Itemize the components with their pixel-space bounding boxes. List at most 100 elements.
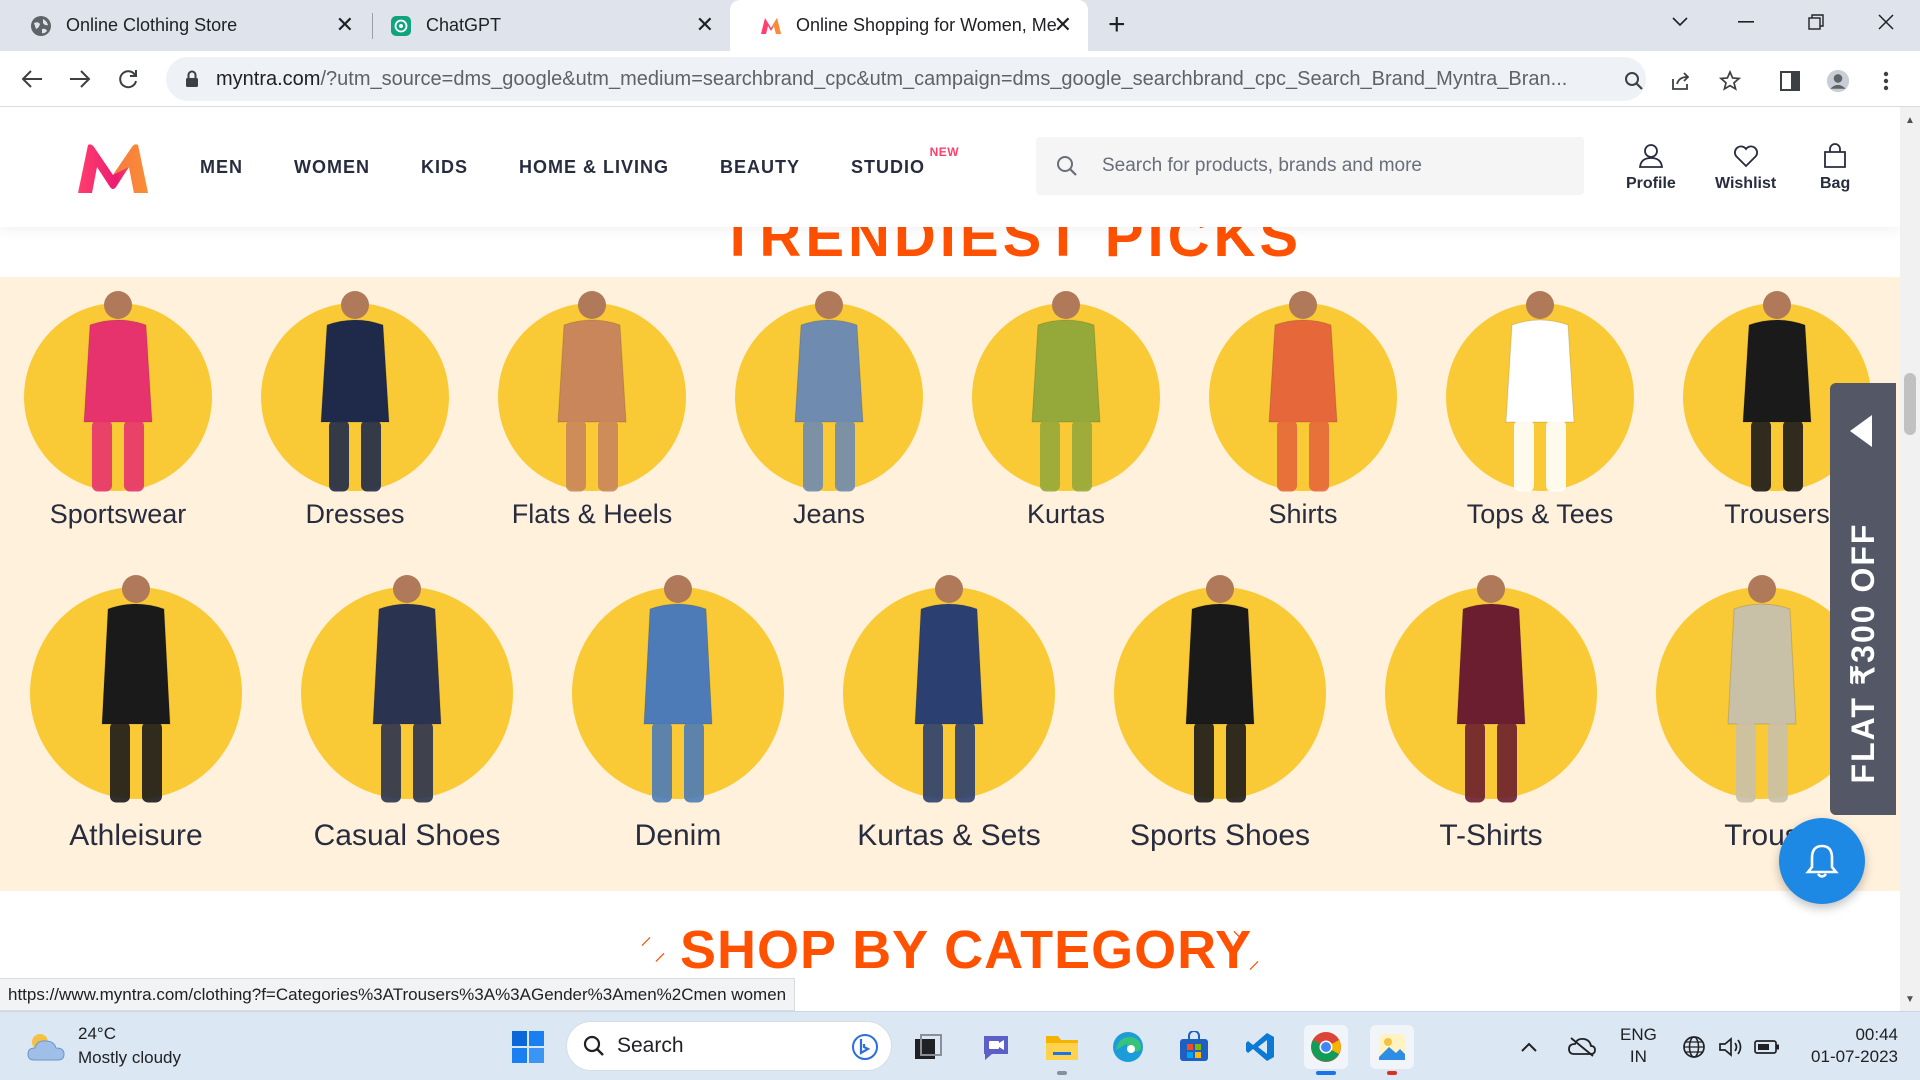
volume-icon[interactable] <box>1718 1012 1744 1080</box>
site-search-box[interactable] <box>1036 137 1584 195</box>
category-sportswear[interactable]: Sportswear <box>24 291 212 539</box>
nav-women[interactable]: WOMEN <box>294 157 370 178</box>
forward-arrow-icon[interactable] <box>62 61 98 97</box>
category-t-shirts[interactable]: T-Shirts <box>1385 575 1597 859</box>
category-athleisure[interactable]: Athleisure <box>30 575 242 859</box>
category-shirts[interactable]: Shirts <box>1209 291 1397 539</box>
address-bar[interactable]: myntra.com/?utm_source=dms_google&utm_me… <box>166 57 1646 101</box>
category-label: Athleisure <box>69 819 203 852</box>
scroll-thumb[interactable] <box>1904 373 1916 435</box>
bag-button[interactable]: Bag <box>1820 143 1850 193</box>
category-label: Dresses <box>305 499 405 529</box>
profile-label: Profile <box>1626 175 1676 192</box>
myntra-logo[interactable] <box>76 143 150 200</box>
product-silhouette <box>1505 291 1575 492</box>
tab-myntra[interactable]: Online Shopping for Women, Me ✕ <box>730 0 1088 51</box>
category-label: Sports Shoes <box>1129 819 1311 852</box>
category-image-circle <box>301 575 513 803</box>
category-dresses[interactable]: Dresses <box>261 291 449 539</box>
category-tops-tees[interactable]: Tops & Tees <box>1446 291 1634 539</box>
site-header: MEN WOMEN KIDS HOME & LIVING BEAUTY STUD… <box>0 107 1900 227</box>
file-explorer-icon[interactable] <box>1040 1025 1084 1075</box>
system-clock[interactable]: 00:44 01-07-2023 <box>1802 1024 1898 1068</box>
running-indicator <box>1387 1071 1397 1075</box>
bookmark-star-icon[interactable] <box>1718 69 1742 93</box>
category-image-circle <box>572 575 784 803</box>
close-tab-icon[interactable]: ✕ <box>1054 14 1072 36</box>
minimize-icon[interactable] <box>1716 0 1776 44</box>
address-toolbar: myntra.com/?utm_source=dms_google&utm_me… <box>0 51 1920 107</box>
lock-icon[interactable] <box>182 70 202 88</box>
flat-offer-tab[interactable]: FLAT ₹300 OFF <box>1830 383 1896 815</box>
browser-menu-icon[interactable] <box>1874 69 1898 93</box>
weather-widget[interactable]: 24°C Mostly cloudy <box>26 1022 181 1070</box>
tab-chatgpt[interactable]: ChatGPT ✕ <box>360 0 730 51</box>
scroll-up-icon[interactable]: ▲ <box>1905 115 1915 126</box>
share-icon[interactable] <box>1670 69 1694 93</box>
search-input[interactable] <box>1102 155 1562 177</box>
close-tab-icon[interactable]: ✕ <box>696 14 714 36</box>
bing-icon[interactable] <box>851 1033 879 1061</box>
back-arrow-icon[interactable] <box>14 61 50 97</box>
nav-kids[interactable]: KIDS <box>421 157 468 178</box>
battery-icon[interactable] <box>1754 1012 1780 1080</box>
close-tab-icon[interactable]: ✕ <box>336 14 354 36</box>
onedrive-offline-icon[interactable] <box>1568 1012 1596 1080</box>
page-viewport: MEN WOMEN KIDS HOME & LIVING BEAUTY STUD… <box>0 107 1900 1011</box>
tab-online-clothing-store[interactable]: Online Clothing Store ✕ <box>0 0 370 51</box>
main-nav: MEN WOMEN KIDS HOME & LIVING BEAUTY STUD… <box>200 145 976 178</box>
nav-studio[interactable]: STUDIO NEW <box>851 145 959 178</box>
page-scrollbar[interactable]: ▲ ▼ <box>1900 107 1920 1011</box>
category-kurtas-sets[interactable]: Kurtas & Sets <box>843 575 1055 859</box>
close-window-icon[interactable] <box>1856 0 1916 44</box>
side-panel-icon[interactable] <box>1778 69 1802 93</box>
notification-bell-button[interactable] <box>1779 818 1865 904</box>
network-globe-icon[interactable] <box>1682 1012 1706 1080</box>
category-jeans[interactable]: Jeans <box>735 291 923 539</box>
lang-region: IN <box>1629 1047 1647 1066</box>
nav-men[interactable]: MEN <box>200 157 243 178</box>
reload-icon[interactable] <box>110 61 146 97</box>
product-silhouette <box>557 291 627 492</box>
product-silhouette <box>914 575 984 803</box>
url-text: myntra.com/?utm_source=dms_google&utm_me… <box>216 68 1606 91</box>
taskbar-search-input[interactable] <box>617 1034 837 1058</box>
task-view-icon[interactable] <box>906 1025 950 1069</box>
photos-app-icon[interactable] <box>1370 1025 1414 1075</box>
new-tab-button[interactable]: + <box>1108 10 1126 40</box>
nav-home-living[interactable]: HOME & LIVING <box>519 157 669 178</box>
wishlist-label: Wishlist <box>1715 175 1777 192</box>
profile-button[interactable]: Profile <box>1626 143 1676 193</box>
start-windows-icon[interactable] <box>506 1025 550 1069</box>
microsoft-store-icon[interactable] <box>1172 1025 1216 1069</box>
tab-title: Online Clothing Store <box>66 15 238 35</box>
show-hidden-icons-chevron-icon[interactable] <box>1520 1012 1538 1080</box>
tab-search-chevron-icon[interactable] <box>1650 0 1710 44</box>
tab-title: Online Shopping for Women, Me <box>796 15 1057 35</box>
nav-beauty[interactable]: BEAUTY <box>720 157 800 178</box>
input-language-indicator[interactable]: ENG IN <box>1620 1024 1657 1068</box>
edge-browser-icon[interactable] <box>1106 1025 1150 1069</box>
category-image-circle <box>1385 575 1597 803</box>
taskbar-search-box[interactable] <box>566 1021 892 1071</box>
offer-text: FLAT ₹300 OFF <box>1845 522 1881 784</box>
wishlist-button[interactable]: Wishlist <box>1715 143 1776 193</box>
myntra-icon <box>760 15 782 37</box>
profile-avatar-icon[interactable] <box>1826 69 1850 93</box>
category-flats-heels[interactable]: Flats & Heels <box>498 291 686 539</box>
nav-studio-label: STUDIO <box>851 157 926 177</box>
search-page-icon[interactable] <box>1622 69 1646 93</box>
chrome-browser-icon[interactable] <box>1304 1025 1348 1075</box>
chat-app-icon[interactable] <box>974 1025 1018 1069</box>
vscode-icon[interactable] <box>1238 1025 1282 1069</box>
sparkle-decoration: ⸌ <box>1232 927 1244 954</box>
scroll-down-icon[interactable]: ▼ <box>1905 994 1915 1005</box>
category-sports-shoes[interactable]: Sports Shoes <box>1114 575 1326 859</box>
product-silhouette <box>320 291 390 492</box>
category-denim[interactable]: Denim <box>572 575 784 859</box>
restore-icon[interactable] <box>1786 0 1846 44</box>
lang-code: ENG <box>1620 1025 1657 1044</box>
category-image-circle <box>843 575 1055 803</box>
category-casual-shoes[interactable]: Casual Shoes <box>301 575 513 859</box>
category-kurtas[interactable]: Kurtas <box>972 291 1160 539</box>
